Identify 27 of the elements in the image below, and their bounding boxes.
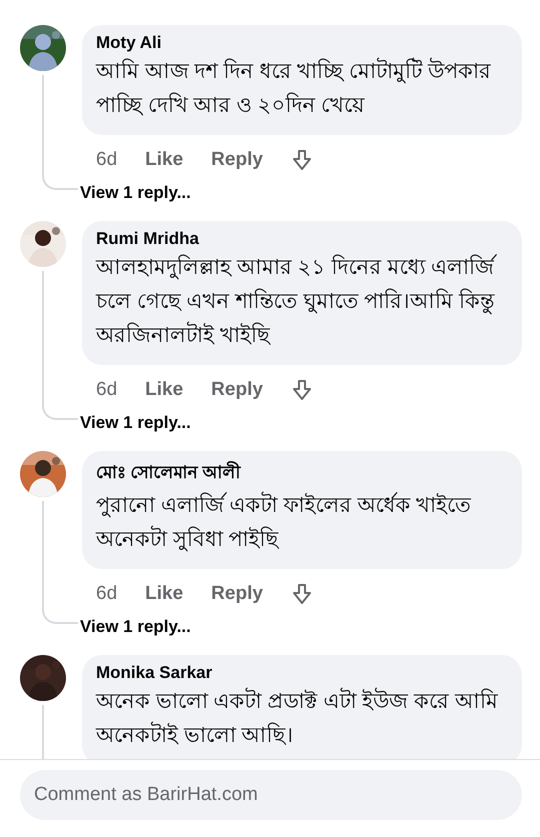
arrow-down-icon <box>290 583 313 605</box>
arrow-down-icon <box>290 149 313 171</box>
arrow-down-icon <box>290 379 313 401</box>
view-replies-link[interactable]: View 1 reply... <box>80 617 191 637</box>
like-button[interactable]: Like <box>145 379 184 401</box>
reply-button[interactable]: Reply <box>211 379 263 401</box>
comment-time: 6d <box>96 583 118 605</box>
like-button[interactable]: Like <box>145 149 184 171</box>
downvote-button[interactable] <box>290 379 313 401</box>
comment-time: 6d <box>96 379 118 401</box>
view-replies-link[interactable]: View 1 reply... <box>80 413 191 433</box>
reply-button[interactable]: Reply <box>211 583 263 605</box>
comment-text: অনেক ভালো একটা প্রডাক্ট এটা ইউজ করে আমি অনেকটাই ভালো আছি। <box>96 685 508 753</box>
comment-text: আমি আজ দশ দিন ধরে খাচ্ছি মোটামুটি উপকার পাচ্ছি দেখি আর ও ২০দিন খেয়ে <box>96 55 508 123</box>
author-name[interactable]: মোঃ সোলেমান আলী <box>96 459 508 487</box>
downvote-button[interactable] <box>290 583 313 605</box>
author-name[interactable]: Rumi Mridha <box>96 229 508 249</box>
comment-text: পুরানো এলার্জি একটা ফাইলের অর্ধেক খাইতে অনেকটা সুবিধা পাইছি <box>96 489 508 557</box>
author-name[interactable]: Monika Sarkar <box>96 663 508 683</box>
author-name[interactable]: Moty Ali <box>96 33 508 53</box>
comment-time: 6d <box>96 149 118 171</box>
downvote-button[interactable] <box>290 149 313 171</box>
comment-text: আলহামদুলিল্লাহ আমার ২১ দিনের মধ্যে এলার্জি চলে গেছে এখন শান্তিতে ঘুমাতে পারি।আমি কিন্তু অরজিনালটাই খাইছি <box>96 251 508 353</box>
view-replies-link[interactable]: View 1 reply... <box>80 183 191 203</box>
reply-button[interactable]: Reply <box>211 149 263 171</box>
like-button[interactable]: Like <box>145 583 184 605</box>
comment-field[interactable]: Comment as BarirHat.com <box>20 770 522 820</box>
